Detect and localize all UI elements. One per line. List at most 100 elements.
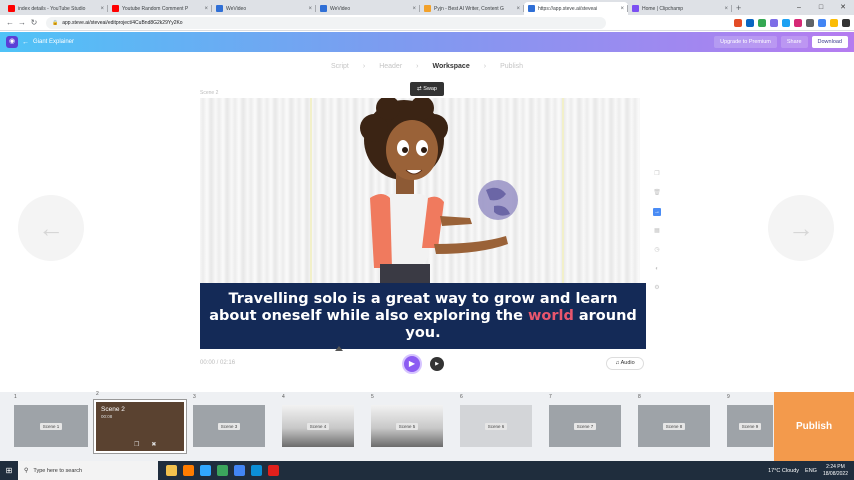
scene-thumbnail[interactable]: 3 Scene 3 — [193, 394, 265, 447]
extension-icon[interactable] — [770, 18, 778, 27]
back-icon[interactable]: ← — [4, 18, 16, 27]
chevron-right-icon: › — [362, 62, 366, 70]
scene-duration: 00:08 — [101, 414, 113, 419]
scene-canvas[interactable] — [200, 98, 640, 284]
opera-icon[interactable] — [268, 465, 279, 476]
transition-icon[interactable]: → — [653, 208, 661, 216]
timecode: 00:00 / 02:16 — [200, 360, 236, 366]
scene-thumbnail[interactable]: 6 Scene 6 — [460, 394, 532, 447]
upgrade-button[interactable]: Upgrade to Premium — [714, 36, 777, 48]
scrubber-handle[interactable] — [335, 346, 343, 351]
tab-title: WeVideo — [330, 5, 351, 12]
duplicate-scene-icon[interactable]: ❐ — [134, 441, 139, 448]
extension-icon[interactable] — [818, 18, 826, 27]
step-header[interactable]: Header — [379, 63, 402, 70]
step-publish[interactable]: Publish — [500, 63, 523, 70]
browser-tab[interactable]: https://app.steve.ai/steveai × — [524, 2, 628, 15]
scene-thumbnail[interactable]: 9 Scene 9 — [727, 394, 773, 447]
url-input[interactable]: 🔒 app.steve.ai/steveai/editproject/4CuBn… — [46, 16, 606, 29]
extension-icon[interactable] — [806, 18, 814, 27]
tab-close-icon[interactable]: × — [516, 6, 520, 12]
tab-close-icon[interactable]: × — [100, 6, 104, 12]
swap-button[interactable]: ⇄ Swap — [410, 82, 444, 96]
explorer-icon[interactable] — [166, 465, 177, 476]
scene-number: 6 — [460, 394, 463, 400]
delete-icon[interactable]: 🗑 — [653, 189, 661, 197]
app-icon-green[interactable] — [217, 465, 228, 476]
tab-favicon-icon — [216, 5, 223, 12]
window-controls: – □ ✕ — [788, 0, 854, 15]
timer-icon[interactable]: ◷ — [653, 246, 661, 254]
scene-thumbnail[interactable]: 1 Scene 1 — [14, 394, 88, 447]
scene-preview: Scene 7 — [549, 405, 621, 447]
photoshop-icon[interactable] — [200, 465, 211, 476]
step-workspace[interactable]: Workspace — [433, 63, 470, 70]
clock[interactable]: 2:24 PM 18/08/2022 — [823, 464, 848, 478]
close-window-button[interactable]: ✕ — [832, 0, 854, 15]
weather-text[interactable]: 17°C Cloudy — [768, 468, 799, 474]
browser-tab[interactable]: WeVideo × — [316, 2, 420, 15]
step-navigation: Script › Header › Workspace › Publish — [0, 58, 854, 74]
back-arrow-icon[interactable]: ← — [22, 39, 29, 46]
extension-icon[interactable] — [746, 18, 754, 27]
scene-thumbnail[interactable]: 2 Scene 2 00:08 ❐ ✖ — [94, 391, 186, 453]
project-name[interactable]: Giant Explainer — [33, 39, 74, 45]
new-tab-button[interactable]: + — [736, 2, 741, 15]
browser-tab[interactable]: Youtube Random Comment P × — [108, 2, 212, 15]
tab-favicon-icon — [632, 5, 639, 12]
browser-tab[interactable]: WeVideo × — [212, 2, 316, 15]
browser-tab[interactable]: Home | Clipchamp × — [628, 2, 732, 15]
scene-label: Scene 6 — [484, 422, 508, 430]
scene-number: 5 — [371, 394, 374, 400]
minimize-button[interactable]: – — [788, 0, 810, 15]
tab-title: Pyjn - Best AI Writer, Content G — [434, 5, 504, 12]
steve-ai-logo-icon[interactable]: ◉ — [6, 36, 18, 48]
reload-icon[interactable]: ↻ — [28, 18, 40, 27]
share-button[interactable]: Share — [780, 36, 808, 48]
maximize-button[interactable]: □ — [810, 0, 832, 15]
scene-label: Scene 3 — [217, 422, 241, 430]
next-scene-arrow-icon[interactable]: → — [768, 195, 834, 261]
windows-taskbar: ⊞ ⚲ Type here to search 17°C Cloudy ENG … — [0, 461, 854, 480]
taskbar-search-input[interactable]: ⚲ Type here to search — [18, 461, 158, 480]
extension-icon[interactable] — [782, 18, 790, 27]
palette-icon[interactable]: ◐ — [653, 265, 661, 273]
caption-box[interactable]: Travelling solo is a great way to grow a… — [200, 283, 646, 349]
scene-thumbnail[interactable]: 4 Scene 4 — [282, 394, 354, 447]
extension-icon[interactable] — [842, 18, 850, 27]
forward-icon[interactable]: → — [16, 18, 28, 27]
settings-icon[interactable]: ⚙ — [653, 284, 661, 292]
download-button[interactable]: Download — [811, 36, 848, 48]
publish-button[interactable]: Publish — [774, 392, 854, 461]
tab-close-icon[interactable]: × — [724, 6, 728, 12]
extension-icon[interactable] — [830, 18, 838, 27]
previous-scene-arrow-icon[interactable]: ← — [18, 195, 84, 261]
tab-close-icon[interactable]: × — [308, 6, 312, 12]
delete-scene-icon[interactable]: ✖ — [151, 441, 156, 448]
scene-thumbnail[interactable]: 8 Scene 8 — [638, 394, 710, 447]
play-icon[interactable]: ▶ — [402, 354, 422, 374]
illustrator-icon[interactable] — [183, 465, 194, 476]
extension-icon[interactable] — [734, 18, 742, 27]
tab-close-icon[interactable]: × — [204, 6, 208, 12]
chrome-icon[interactable] — [234, 465, 245, 476]
scene-preview: Scene 5 — [371, 405, 443, 447]
extension-icon[interactable] — [794, 18, 802, 27]
language-indicator[interactable]: ENG — [805, 468, 817, 474]
layout-icon[interactable]: ▦ — [653, 227, 661, 235]
edge-icon[interactable] — [251, 465, 262, 476]
scene-number: 8 — [638, 394, 641, 400]
audio-button[interactable]: ♫ Audio — [606, 357, 644, 370]
browser-tab[interactable]: index details - YouTube Studio × — [4, 2, 108, 15]
tab-close-icon[interactable]: × — [620, 6, 624, 12]
browser-tab[interactable]: Pyjn - Best AI Writer, Content G × — [420, 2, 524, 15]
scene-thumbnail[interactable]: 5 Scene 5 — [371, 394, 443, 447]
step-script[interactable]: Script — [331, 63, 349, 70]
duplicate-icon[interactable]: ❐ — [653, 170, 661, 178]
scene-number: 9 — [727, 394, 730, 400]
play-scene-icon[interactable]: ▶ — [430, 357, 444, 371]
tab-close-icon[interactable]: × — [412, 6, 416, 12]
windows-start-icon[interactable]: ⊞ — [0, 466, 18, 475]
extension-icon[interactable] — [758, 18, 766, 27]
scene-thumbnail[interactable]: 7 Scene 7 — [549, 394, 621, 447]
